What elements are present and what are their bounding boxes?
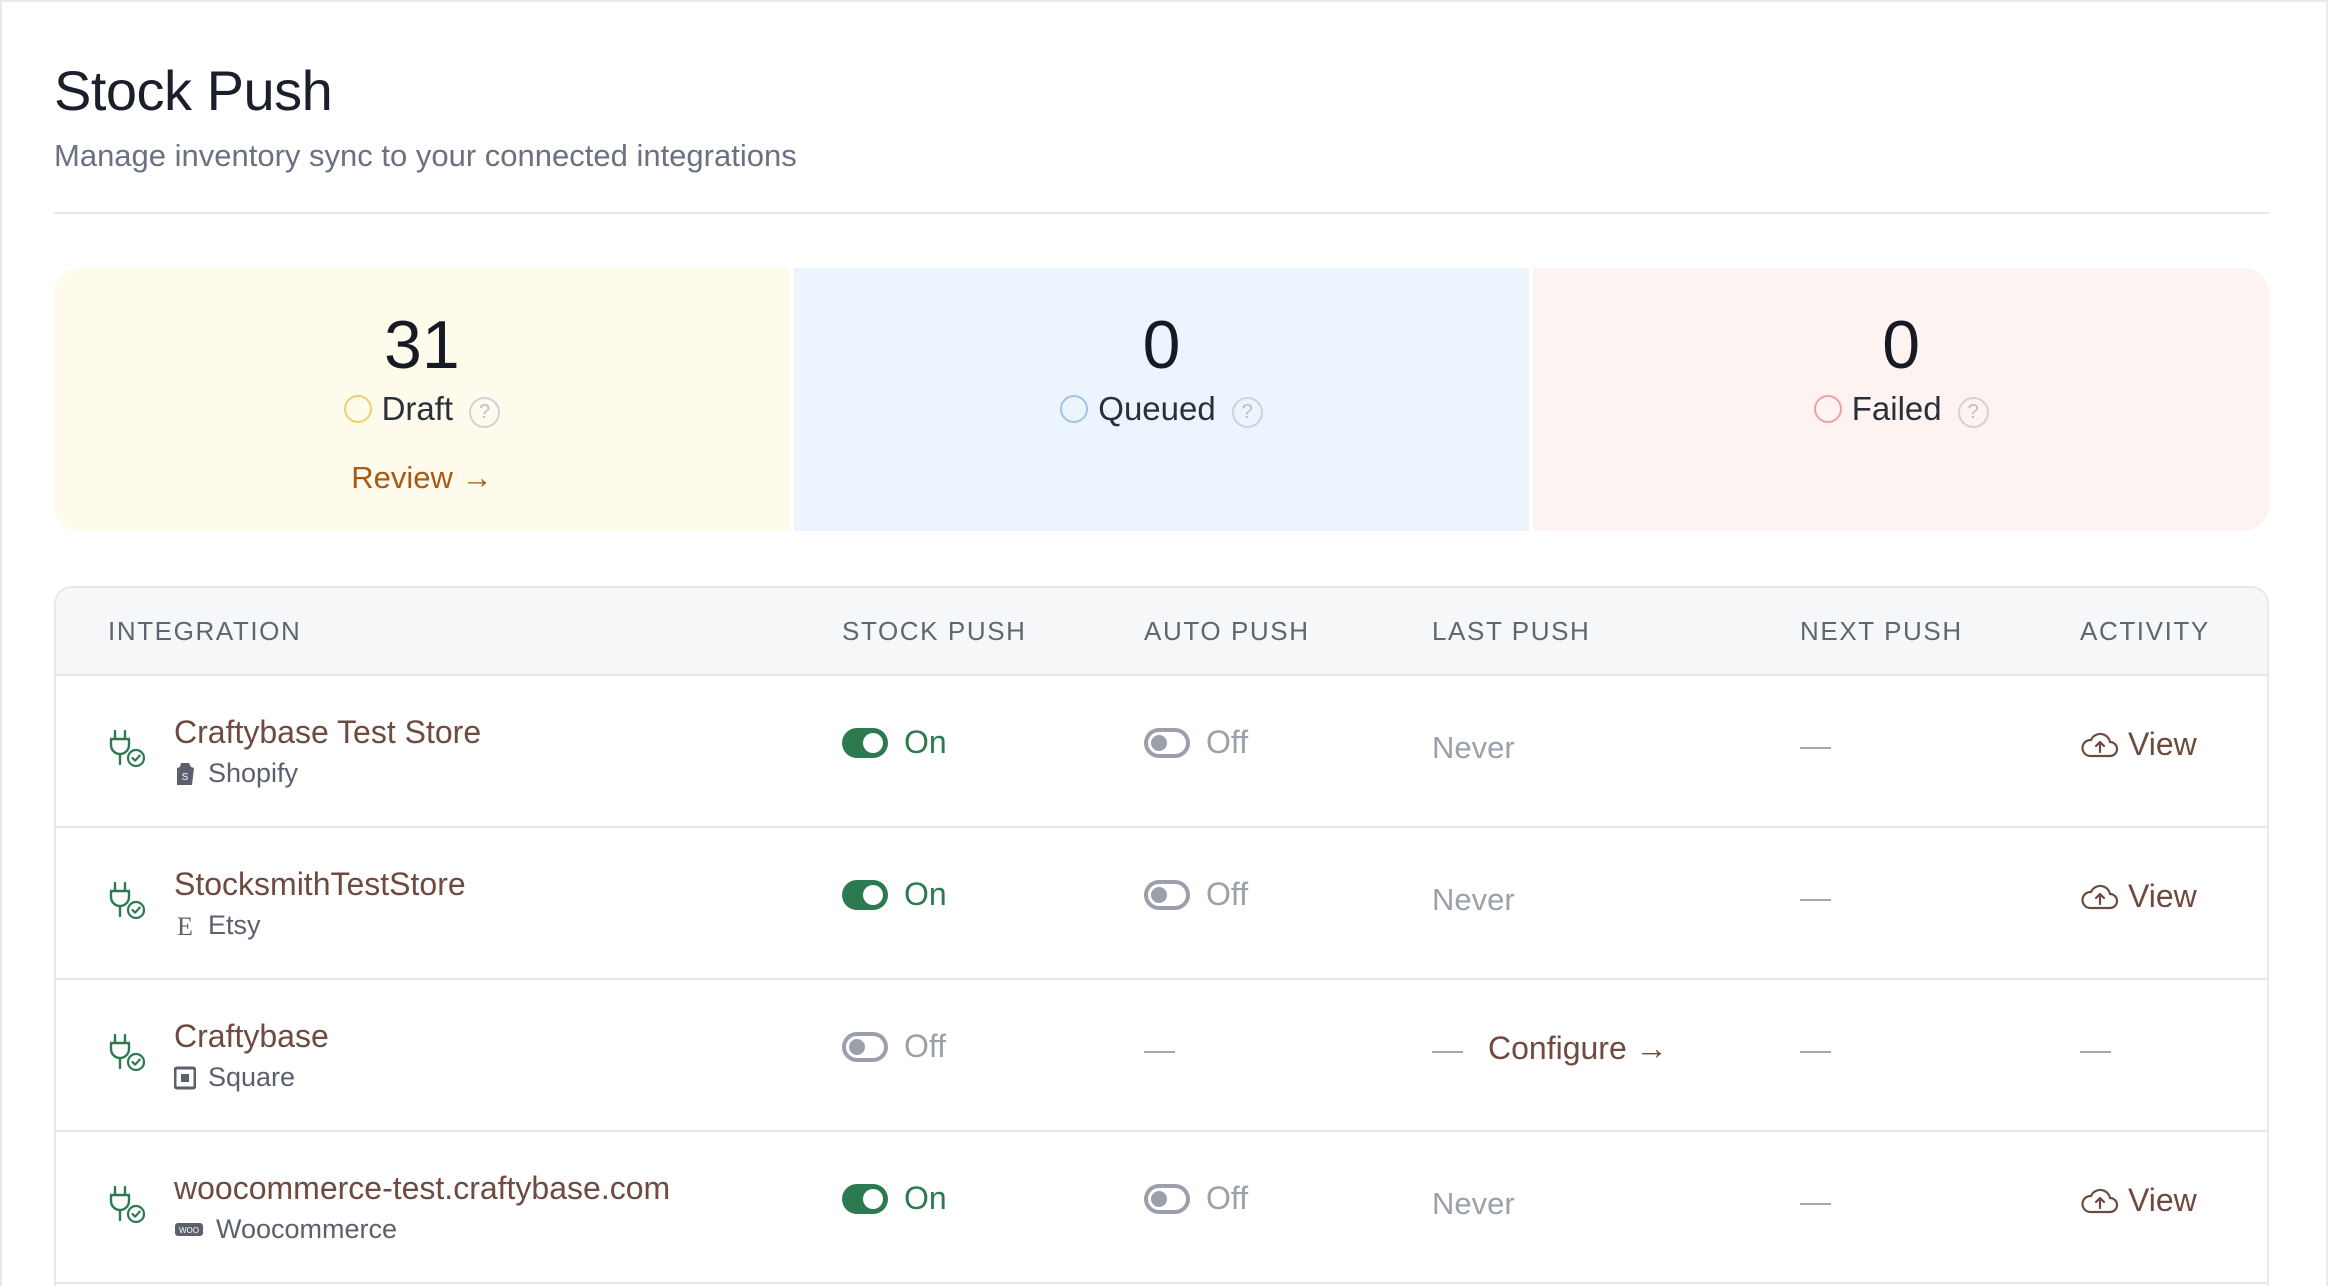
configure-link[interactable]: Configure → [1488, 1030, 1668, 1067]
plug-connected-icon [109, 881, 146, 920]
integration-type-label: Woocommerce [216, 1214, 398, 1244]
auto-push-toggle[interactable] [1144, 880, 1190, 910]
woocommerce-icon: WOO [175, 1222, 203, 1236]
table-header: INTEGRATION STOCK PUSH AUTO PUSH LAST PU… [56, 588, 2267, 676]
next-push-value: — [1800, 1184, 1831, 1219]
auto-push-toggle[interactable] [1144, 728, 1190, 758]
integration-name[interactable]: Craftybase [174, 1018, 329, 1055]
column-header-auto-push: AUTO PUSH [1144, 616, 1310, 646]
stock-push-toggle[interactable] [842, 1184, 888, 1214]
integration-type-label: Shopify [208, 758, 299, 788]
integration-type-label: Etsy [208, 910, 261, 940]
column-header-integration: INTEGRATION [108, 616, 302, 646]
next-push-value: — [1800, 728, 1831, 763]
queued-count: 0 [1142, 307, 1181, 383]
stock-push-status: On [904, 1180, 947, 1216]
column-header-activity: ACTIVITY [2080, 616, 2210, 646]
draft-stat-card: 31 Draft ? Review → [54, 268, 790, 531]
help-icon[interactable]: ? [469, 396, 501, 428]
etsy-icon: E [177, 913, 193, 939]
integration-name[interactable]: StocksmithTestStore [174, 866, 466, 903]
table-row: Craftybase Test Store S Shopify On Off N… [56, 676, 2267, 828]
integration-type: E Etsy [174, 910, 261, 941]
draft-count: 31 [384, 307, 460, 383]
stock-push-status: On [904, 876, 947, 912]
help-icon[interactable]: ? [1957, 396, 1989, 428]
last-push-value: Never [1432, 1186, 1515, 1221]
plug-connected-icon [109, 1033, 146, 1072]
plug-connected-icon [109, 729, 146, 768]
page-subtitle: Manage inventory sync to your connected … [54, 138, 797, 173]
view-activity-link[interactable]: View [2080, 1182, 2197, 1219]
draft-status-icon [343, 395, 372, 423]
last-push-value: Never [1432, 882, 1515, 917]
last-push-value: Never [1432, 730, 1515, 765]
cloud-upload-icon [2081, 732, 2119, 757]
help-icon[interactable]: ? [1231, 396, 1263, 428]
stock-push-toggle[interactable] [842, 728, 888, 758]
auto-push-toggle[interactable] [1144, 1184, 1190, 1214]
column-header-stock-push: STOCK PUSH [842, 616, 1027, 646]
status-summary: 31 Draft ? Review → 0 Queued ? 0 Failed … [54, 268, 2270, 531]
draft-label: Draft [381, 390, 454, 427]
integration-type: S Shopify [174, 758, 298, 789]
table-row: StocksmithTestStore E Etsy On Off Never … [56, 828, 2267, 980]
next-push-value: — [1800, 880, 1831, 915]
integration-type: Square [174, 1062, 295, 1093]
failed-status-icon [1813, 395, 1842, 423]
svg-text:S: S [182, 772, 189, 783]
cloud-upload-icon [2081, 884, 2119, 909]
queued-status-icon [1060, 395, 1089, 423]
stock-push-toggle[interactable] [842, 1032, 888, 1062]
view-activity-label: View [2128, 1182, 2197, 1218]
integration-type: WOO Woocommerce [174, 1214, 397, 1245]
queued-stat-card: 0 Queued ? [793, 268, 1530, 531]
integration-name[interactable]: Craftybase Test Store [174, 714, 481, 751]
activity-value: — [2080, 1032, 2111, 1067]
auto-push-status: Off [1206, 876, 1249, 912]
table-row: Craftybase Square Off — — Configure → — … [56, 980, 2267, 1132]
integrations-table: INTEGRATION STOCK PUSH AUTO PUSH LAST PU… [54, 586, 2269, 1286]
failed-stat-card: 0 Failed ? [1533, 268, 2270, 531]
next-push-value: — [1800, 1032, 1831, 1067]
auto-push-status: Off [1206, 1180, 1249, 1216]
stock-push-toggle[interactable] [842, 880, 888, 910]
stock-push-status: Off [904, 1028, 947, 1064]
last-push-value: — [1432, 1032, 1463, 1067]
plug-connected-icon [109, 1185, 146, 1224]
view-activity-link[interactable]: View [2080, 726, 2197, 763]
cloud-upload-icon [2081, 1188, 2119, 1213]
page-title: Stock Push [54, 59, 333, 122]
review-drafts-link[interactable]: Review → [54, 460, 790, 496]
column-header-next-push: NEXT PUSH [1800, 616, 1963, 646]
integration-type-label: Square [208, 1062, 296, 1092]
square-icon [174, 1066, 196, 1089]
header-divider [54, 212, 2269, 214]
integration-name[interactable]: woocommerce-test.craftybase.com [174, 1170, 670, 1207]
svg-text:WOO: WOO [179, 1226, 199, 1235]
view-activity-link[interactable]: View [2080, 878, 2197, 915]
stock-push-status: On [904, 724, 947, 760]
auto-push-status: Off [1206, 724, 1249, 760]
column-header-last-push: LAST PUSH [1432, 616, 1591, 646]
table-row: woocommerce-test.craftybase.com WOO Wooc… [56, 1132, 2267, 1284]
failed-count: 0 [1882, 307, 1921, 383]
svg-text:E: E [177, 913, 193, 939]
auto-push-value: — [1144, 1032, 1175, 1067]
view-activity-label: View [2128, 878, 2197, 914]
shopify-icon: S [177, 762, 194, 785]
view-activity-label: View [2128, 726, 2197, 762]
failed-label: Failed [1851, 390, 1942, 427]
queued-label: Queued [1098, 390, 1216, 427]
